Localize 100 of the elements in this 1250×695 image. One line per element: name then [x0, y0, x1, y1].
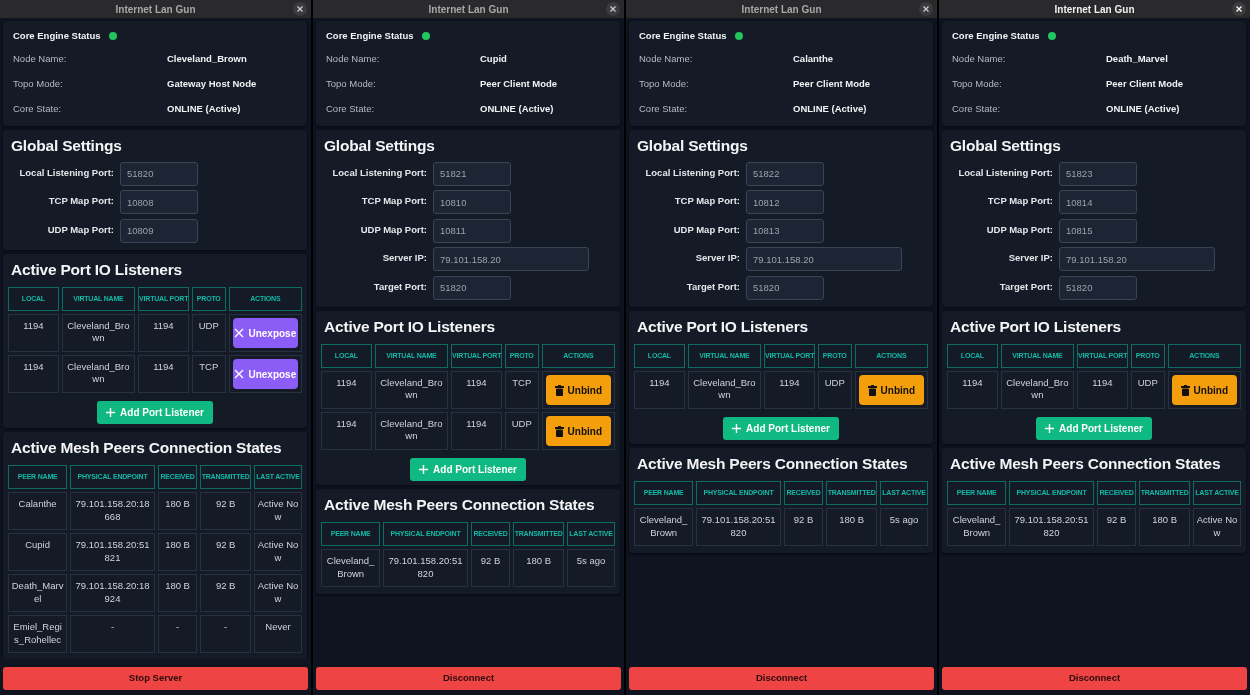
table-cell: - — [70, 615, 155, 654]
disconnect-button[interactable]: Disconnect — [316, 667, 621, 690]
table-cell: 92 B — [200, 574, 252, 613]
table-cell: 1194 — [138, 314, 189, 352]
info-label: Core State: — [952, 102, 1002, 117]
table-cell: 1194 — [634, 371, 685, 409]
table-cell: Cleveland_Brown — [1000, 371, 1075, 409]
input-field[interactable]: 10813 — [746, 218, 824, 243]
table-cell: Cleveland_Brown — [61, 314, 136, 352]
input-field[interactable]: 51820 — [120, 161, 198, 186]
table-cell: UDP — [504, 412, 539, 450]
unexpose-button[interactable]: Unexpose — [232, 318, 298, 348]
section-title: Active Mesh Peers Connection States — [11, 438, 283, 458]
field-label: UDP Map Port: — [672, 222, 740, 237]
input-field[interactable]: 10809 — [120, 218, 198, 243]
field-label: Server IP: — [694, 251, 740, 266]
field-label: TCP Map Port: — [360, 194, 427, 209]
close-icon — [610, 6, 616, 12]
table-cell: 79.101.158.20:51820 — [383, 549, 468, 588]
table-cell: 1194 — [321, 412, 372, 450]
input-field[interactable]: 79.101.158.20 — [1059, 247, 1215, 272]
table-cell: 5s ago — [880, 508, 928, 547]
table-cell: 1194 — [451, 371, 502, 409]
unbind-button[interactable]: Unbind — [545, 375, 611, 405]
input-field[interactable]: 51820 — [746, 275, 824, 300]
table-cell: Active Now — [254, 574, 302, 613]
info-label: Topo Mode: — [13, 77, 64, 92]
close-icon — [1236, 6, 1242, 12]
status-title: Core Engine Status — [13, 28, 101, 43]
close-button[interactable] — [606, 2, 620, 16]
table-cell: 5s ago — [567, 549, 615, 588]
trash-icon — [554, 384, 564, 396]
table-cell: Never — [254, 615, 302, 654]
table-cell: 1194 — [321, 371, 372, 409]
table-cell: 92 B — [1096, 508, 1137, 547]
input-field[interactable]: 10810 — [433, 190, 511, 215]
table-cell: UDP — [1130, 371, 1165, 409]
input-field[interactable]: 79.101.158.20 — [746, 247, 902, 272]
table-cell: 180 B — [157, 533, 198, 572]
field-label: Target Port: — [372, 279, 427, 294]
unexpose-button[interactable]: Unexpose — [232, 359, 298, 389]
unbind-button[interactable]: Unbind — [545, 416, 611, 446]
close-button[interactable] — [919, 2, 933, 16]
disconnect-button[interactable]: Disconnect — [629, 667, 934, 690]
unbind-button[interactable]: Unbind — [1171, 375, 1237, 405]
stop-server-button[interactable]: Stop Server — [3, 667, 308, 690]
info-label: Node Name: — [952, 52, 1007, 67]
section-title: Global Settings — [637, 136, 749, 156]
info-label: Core State: — [13, 102, 63, 117]
status-title: Core Engine Status — [639, 28, 727, 43]
table-cell: 92 B — [470, 549, 511, 588]
input-field[interactable]: 51823 — [1059, 161, 1137, 186]
input-field[interactable]: 10815 — [1059, 218, 1137, 243]
table-cell: Active Now — [1193, 508, 1241, 547]
plus-icon — [732, 424, 742, 433]
close-button[interactable] — [1232, 2, 1246, 16]
input-field[interactable]: 10814 — [1059, 190, 1137, 215]
table-cell: 79.101.158.20:18668 — [70, 492, 155, 531]
table-cell: UDP — [191, 314, 226, 352]
close-button[interactable] — [293, 2, 307, 16]
window-title: Internet Lan Gun — [741, 2, 822, 17]
info-value: ONLINE (Active) — [480, 102, 555, 117]
table-cell: 1194 — [451, 412, 502, 450]
unbind-button[interactable]: Unbind — [858, 375, 924, 405]
table-cell: 1194 — [947, 371, 998, 409]
table-cell: Emiel_Regis_Rohellec — [8, 615, 68, 654]
table-cell: TCP — [191, 355, 226, 393]
input-field[interactable]: 10808 — [120, 190, 198, 215]
field-label: Local Listening Port: — [957, 165, 1053, 180]
table-cell: 92 B — [200, 492, 252, 531]
table-cell: Death_Marvel — [8, 574, 68, 613]
table-cell: 79.101.158.20:51820 — [1009, 508, 1094, 547]
input-field[interactable]: 10811 — [433, 218, 511, 243]
disconnect-button[interactable]: Disconnect — [942, 667, 1247, 690]
table-cell: 180 B — [513, 549, 565, 588]
input-field[interactable]: 10812 — [746, 190, 824, 215]
input-field[interactable]: 51822 — [746, 161, 824, 186]
section-title: Active Mesh Peers Connection States — [950, 454, 1222, 474]
field-label: TCP Map Port: — [986, 194, 1053, 209]
input-field[interactable]: 79.101.158.20 — [433, 247, 589, 272]
section-title: Active Mesh Peers Connection States — [637, 454, 909, 474]
close-icon — [234, 369, 245, 379]
info-label: Node Name: — [639, 52, 694, 67]
info-value: ONLINE (Active) — [793, 102, 868, 117]
info-value: Peer Client Mode — [793, 77, 872, 92]
table-cell: 180 B — [1139, 508, 1191, 547]
trash-icon — [1180, 384, 1190, 396]
info-label: Topo Mode: — [639, 77, 690, 92]
field-label: Target Port: — [685, 279, 740, 294]
table-cell: Cleveland_Brown — [634, 508, 694, 547]
table-cell: TCP — [504, 371, 539, 409]
section-title: Global Settings — [950, 136, 1062, 156]
field-label: UDP Map Port: — [985, 222, 1053, 237]
input-field[interactable]: 51821 — [433, 161, 511, 186]
input-field[interactable]: 51820 — [433, 275, 511, 300]
info-value: Cupid — [480, 52, 508, 67]
info-value: Peer Client Mode — [480, 77, 559, 92]
table-cell: 79.101.158.20:51820 — [696, 508, 781, 547]
close-icon — [297, 6, 303, 12]
input-field[interactable]: 51820 — [1059, 275, 1137, 300]
